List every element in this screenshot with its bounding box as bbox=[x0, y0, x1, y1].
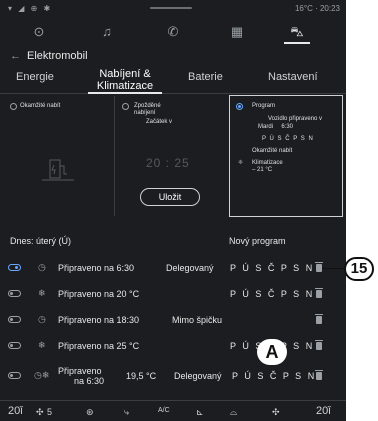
tab-nastaveni[interactable]: Nastavení bbox=[268, 71, 318, 83]
tab-baterie[interactable]: Baterie bbox=[188, 71, 223, 83]
temp-time: 16°C · 20:23 bbox=[294, 4, 340, 13]
row-label: Připraveno na 18:30 bbox=[58, 315, 140, 325]
option-immediate[interactable]: Okamžité nabít bbox=[4, 96, 112, 216]
row-mode: Delegovaný bbox=[174, 371, 222, 381]
delayed-start-label: Začátek v bbox=[146, 119, 173, 125]
radio-program[interactable] bbox=[236, 103, 243, 110]
delayed-label-2: nabíjení bbox=[134, 110, 156, 116]
program-immediate: Okamžité nabít bbox=[252, 148, 293, 154]
climate-icon: ❄ bbox=[38, 288, 46, 298]
program-clim: Klimatizace bbox=[252, 160, 283, 166]
fan-level: 5 bbox=[47, 407, 53, 417]
clock-icon: ◷ bbox=[38, 314, 46, 324]
bottom-climate-bar: 20ǐ ✣ 5 ⊛ ⤷ A/C ⊾ ⌓ ✣ 20ǐ bbox=[0, 400, 346, 421]
clock-climate-icon: ◷❄ bbox=[34, 370, 50, 380]
radio-delayed[interactable] bbox=[122, 103, 129, 110]
program-clim-temp: – 21 °C bbox=[252, 167, 273, 173]
right-temp[interactable]: 20ǐ bbox=[316, 405, 331, 417]
program-row[interactable]: ◷ Připraveno na 18:30 Mimo špičku bbox=[0, 308, 346, 332]
delayed-label-1: Zpožděné bbox=[134, 103, 161, 109]
status-bar: ▾ ◢ ⊕ ✱ 16°C · 20:23 bbox=[0, 0, 346, 16]
row-label: Připraveno na 25 °C bbox=[58, 341, 140, 351]
trash-icon[interactable] bbox=[315, 288, 323, 298]
page-title: ← Elektromobil bbox=[10, 50, 88, 62]
trash-icon[interactable] bbox=[315, 370, 323, 380]
option-delayed[interactable]: Zpožděné nabíjení Začátek v 20 : 25 Ulož… bbox=[116, 96, 226, 216]
tab-nabijeni-klimatizace[interactable]: Nabíjení & Klimatizace bbox=[88, 68, 162, 92]
callout-15: 15 bbox=[344, 257, 374, 281]
recirculation-icon[interactable]: ⊛ bbox=[86, 407, 94, 418]
back-arrow-icon[interactable]: ← bbox=[10, 50, 21, 62]
charging-station-icon bbox=[42, 159, 74, 181]
radio-immediate[interactable] bbox=[10, 103, 17, 110]
car-icon[interactable]: ⛍ bbox=[286, 22, 308, 42]
left-temp[interactable]: 20ǐ bbox=[8, 405, 23, 417]
row-toggle[interactable] bbox=[8, 342, 21, 349]
music-note-icon[interactable]: ♫ bbox=[96, 22, 118, 42]
fan-icon[interactable]: ✣ bbox=[36, 407, 44, 418]
row-days: P Ú S Č P S N bbox=[230, 263, 315, 273]
callout-a: A bbox=[257, 339, 287, 365]
defrost-icon[interactable]: ⌓ bbox=[230, 407, 237, 418]
today-label: Dnes: úterý (Ú) bbox=[10, 236, 72, 246]
list-header: Dnes: úterý (Ú) Nový program bbox=[0, 236, 346, 252]
seat-heat-icon[interactable]: ⊾ bbox=[196, 407, 204, 418]
phone-icon[interactable]: ✆ bbox=[162, 22, 184, 42]
row-mode: Mimo špičku bbox=[172, 315, 223, 325]
row-toggle[interactable] bbox=[8, 372, 21, 379]
row-mode: Delegovaný bbox=[166, 263, 214, 273]
program-days: P Ú S Č P S N bbox=[262, 136, 314, 142]
tab-active-indicator bbox=[88, 92, 162, 94]
row-temp: 19,5 °C bbox=[126, 371, 157, 381]
option-program[interactable]: Program Vozidlo připraveno v Mardi 6:30 … bbox=[229, 95, 343, 217]
row-label-line2: na 6:30 bbox=[74, 376, 105, 386]
row-toggle[interactable] bbox=[8, 290, 21, 297]
card-separator bbox=[114, 96, 115, 216]
program-label: Program bbox=[252, 103, 276, 109]
program-row[interactable]: ◷ Připraveno na 6:30 Delegovaný P Ú S Č … bbox=[0, 256, 346, 280]
program-day-time: Mardi 6:30 bbox=[258, 124, 294, 130]
ac-button[interactable]: A/C bbox=[158, 407, 170, 414]
tab-energie[interactable]: Energie bbox=[16, 71, 54, 83]
row-label: Připraveno na 6:30 bbox=[58, 263, 135, 273]
row-toggle[interactable] bbox=[8, 264, 21, 271]
location-pin-icon[interactable]: ⊙ bbox=[28, 22, 50, 42]
nav-active-indicator bbox=[284, 42, 310, 44]
signal-icons: ▾ ◢ ⊕ ✱ bbox=[8, 4, 53, 13]
row-toggle[interactable] bbox=[8, 316, 21, 323]
row-days: P Ú S Č P S N bbox=[230, 289, 315, 299]
row-label: Připraveno na 20 °C bbox=[58, 289, 140, 299]
trash-icon[interactable] bbox=[315, 340, 323, 350]
rear-fan-icon[interactable]: ✣ bbox=[272, 407, 280, 418]
program-row[interactable]: ❄ Připraveno na 25 °C P Ú S Č P S N bbox=[0, 334, 346, 358]
tab-bar: Energie Nabíjení & Klimatizace Baterie N… bbox=[0, 62, 346, 94]
program-ready: Vozidlo připraveno v bbox=[268, 116, 323, 122]
drag-handle[interactable] bbox=[150, 7, 192, 9]
save-button[interactable]: Uložit bbox=[140, 188, 200, 206]
top-nav: ⊙ ♫ ✆ ▦ ⛍ bbox=[0, 20, 346, 44]
program-row[interactable]: ◷❄ Připraveno na 6:30 19,5 °C Delegovaný… bbox=[0, 364, 346, 394]
airflow-icon[interactable]: ⤷ bbox=[124, 407, 129, 418]
infotainment-screen: ▾ ◢ ⊕ ✱ 16°C · 20:23 ⊙ ♫ ✆ ▦ ⛍ ← Elektrom… bbox=[0, 0, 346, 421]
callout-15-leader bbox=[322, 268, 344, 269]
climate-icon: ❄ bbox=[238, 160, 244, 166]
climate-icon: ❄ bbox=[38, 340, 46, 350]
delayed-time[interactable]: 20 : 25 bbox=[146, 156, 190, 170]
apps-grid-icon[interactable]: ▦ bbox=[226, 22, 248, 42]
immediate-label: Okamžité nabít bbox=[20, 103, 61, 109]
program-row[interactable]: ❄ Připraveno na 20 °C P Ú S Č P S N bbox=[0, 282, 346, 306]
row-label-line1: Připraveno bbox=[58, 366, 102, 376]
clock-icon: ◷ bbox=[38, 262, 46, 272]
row-days: P Ú S Č P S N bbox=[232, 371, 317, 381]
trash-icon[interactable] bbox=[315, 314, 323, 324]
new-program-button[interactable]: Nový program bbox=[229, 236, 286, 246]
